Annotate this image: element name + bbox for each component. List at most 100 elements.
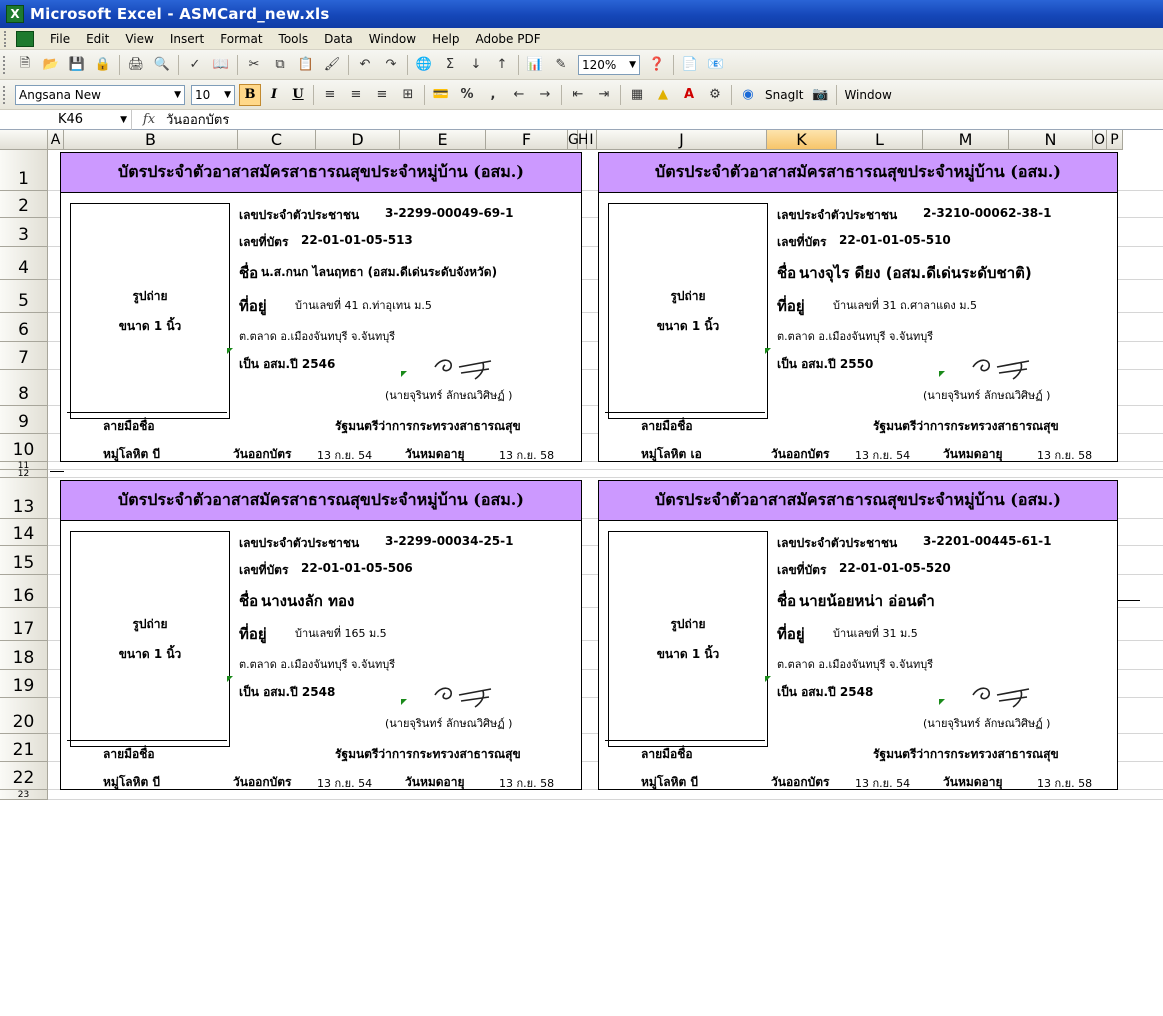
toolbar-grip-icon[interactable] — [3, 55, 9, 74]
menu-insert[interactable]: Insert — [162, 28, 212, 50]
format-painter-icon[interactable]: 🖌 — [321, 54, 343, 76]
snagit-button[interactable]: SnagIt — [761, 88, 807, 102]
spelling-icon[interactable]: ✓ — [184, 54, 206, 76]
row-header-10[interactable]: 10 — [0, 434, 48, 462]
column-header-g[interactable]: G — [568, 130, 579, 150]
column-header-f[interactable]: F — [486, 130, 568, 150]
increase-indent-icon[interactable]: ⇥ — [593, 84, 615, 106]
row-header-14[interactable]: 14 — [0, 519, 48, 546]
row-header-16[interactable]: 16 — [0, 575, 48, 608]
borders-icon[interactable]: ▦ — [626, 84, 648, 106]
row-header-3[interactable]: 3 — [0, 218, 48, 247]
column-header-p[interactable]: P — [1107, 130, 1123, 150]
comma-button[interactable]: , — [482, 84, 504, 106]
row-header-9[interactable]: 9 — [0, 406, 48, 434]
row-header-12[interactable]: 12 — [0, 469, 48, 478]
bold-button[interactable]: B — [239, 83, 261, 106]
italic-button[interactable]: I — [263, 84, 285, 106]
column-header-d[interactable]: D — [316, 130, 400, 150]
help-icon[interactable]: ❓ — [646, 54, 668, 76]
copy-icon[interactable]: ⧉ — [269, 54, 291, 76]
increase-decimal-icon[interactable]: ← — [508, 84, 530, 106]
font-select[interactable]: Angsana New ▼ — [15, 84, 185, 105]
id-card[interactable]: บัตรประจำตัวอาสาสมัครสาธารณสุขประจำหมู่บ… — [60, 152, 582, 462]
redo-icon[interactable]: ↷ — [380, 54, 402, 76]
row-header-5[interactable]: 5 — [0, 280, 48, 313]
decrease-decimal-icon[interactable]: → — [534, 84, 556, 106]
hyperlink-icon[interactable]: 🌐 — [413, 54, 435, 76]
name-box[interactable]: K46 ▼ — [0, 109, 132, 130]
column-header-e[interactable]: E — [400, 130, 486, 150]
column-header-k[interactable]: K — [767, 130, 837, 150]
row-header-2[interactable]: 2 — [0, 191, 48, 218]
percent-button[interactable]: % — [456, 84, 478, 106]
pdf-email-icon[interactable]: 📧 — [705, 54, 727, 76]
toolbar-grip-icon[interactable] — [3, 85, 9, 104]
menu-tools[interactable]: Tools — [271, 28, 317, 50]
row-header-21[interactable]: 21 — [0, 734, 48, 762]
row-header-18[interactable]: 18 — [0, 641, 48, 670]
column-header-n[interactable]: N — [1009, 130, 1093, 150]
menu-help[interactable]: Help — [424, 28, 467, 50]
paste-icon[interactable]: 📋 — [295, 54, 317, 76]
autosum-icon[interactable]: Σ — [439, 54, 461, 76]
column-header-h[interactable]: H — [578, 130, 589, 150]
font-color-icon[interactable]: A — [678, 84, 700, 106]
align-right-icon[interactable]: ≡ — [371, 84, 393, 106]
undo-icon[interactable]: ↶ — [354, 54, 376, 76]
row-header-4[interactable]: 4 — [0, 247, 48, 280]
currency-icon[interactable]: 💳 — [430, 84, 452, 106]
chart-wizard-icon[interactable]: 📊 — [524, 54, 546, 76]
merge-center-icon[interactable]: ⊞ — [397, 84, 419, 106]
row-header-15[interactable]: 15 — [0, 546, 48, 575]
menu-edit[interactable]: Edit — [78, 28, 117, 50]
excel-app-icon[interactable]: X — [6, 5, 24, 23]
cut-icon[interactable]: ✂ — [243, 54, 265, 76]
select-all-corner[interactable] — [0, 130, 48, 150]
menu-adobe-pdf[interactable]: Adobe PDF — [467, 28, 548, 50]
underline-button[interactable]: U — [287, 84, 309, 106]
column-header-j[interactable]: J — [597, 130, 767, 150]
align-center-icon[interactable]: ≡ — [345, 84, 367, 106]
column-header-o[interactable]: O — [1093, 130, 1107, 150]
id-card[interactable]: บัตรประจำตัวอาสาสมัครสาธารณสุขประจำหมู่บ… — [598, 152, 1118, 462]
row-header-22[interactable]: 22 — [0, 762, 48, 790]
column-header-b[interactable]: B — [64, 130, 238, 150]
align-left-icon[interactable]: ≡ — [319, 84, 341, 106]
print-icon[interactable]: 🖨 — [125, 54, 147, 76]
row-header-13[interactable]: 13 — [0, 478, 48, 519]
save-icon[interactable]: 💾 — [66, 54, 88, 76]
id-card[interactable]: บัตรประจำตัวอาสาสมัครสาธารณสุขประจำหมู่บ… — [598, 480, 1118, 790]
sort-ascending-icon[interactable]: ↓ — [465, 54, 487, 76]
insert-function-icon[interactable]: fx — [132, 112, 166, 127]
snagit-icon[interactable]: ◉ — [737, 84, 759, 106]
menu-file[interactable]: File — [42, 28, 78, 50]
document-icon[interactable] — [16, 30, 34, 47]
menu-data[interactable]: Data — [316, 28, 361, 50]
column-header-l[interactable]: L — [837, 130, 923, 150]
decrease-indent-icon[interactable]: ⇤ — [567, 84, 589, 106]
open-icon[interactable]: 📂 — [40, 54, 62, 76]
row-header-17[interactable]: 17 — [0, 608, 48, 641]
toolbar-grip-icon[interactable] — [4, 30, 12, 47]
menu-view[interactable]: View — [117, 28, 161, 50]
font-size-select[interactable]: 10 ▼ — [191, 84, 235, 105]
column-header-c[interactable]: C — [238, 130, 316, 150]
research-icon[interactable]: 📖 — [210, 54, 232, 76]
formula-input[interactable]: วันออกบัตร — [166, 109, 229, 130]
row-header-1[interactable]: 1 — [0, 150, 48, 191]
menu-format[interactable]: Format — [212, 28, 270, 50]
row-header-19[interactable]: 19 — [0, 670, 48, 698]
row-header-7[interactable]: 7 — [0, 342, 48, 370]
row-header-8[interactable]: 8 — [0, 370, 48, 406]
sort-descending-icon[interactable]: ↑ — [491, 54, 513, 76]
drawing-icon[interactable]: ✎ — [550, 54, 572, 76]
menu-window[interactable]: Window — [361, 28, 424, 50]
window-button[interactable]: Window — [840, 88, 895, 102]
new-icon[interactable]: 🗎 — [14, 54, 36, 76]
print-preview-icon[interactable]: 🔍 — [151, 54, 173, 76]
snagit-capture-icon[interactable]: 📷 — [809, 84, 831, 106]
column-header-i[interactable]: I — [587, 130, 597, 150]
pdf-convert-icon[interactable]: 📄 — [679, 54, 701, 76]
column-header-m[interactable]: M — [923, 130, 1009, 150]
